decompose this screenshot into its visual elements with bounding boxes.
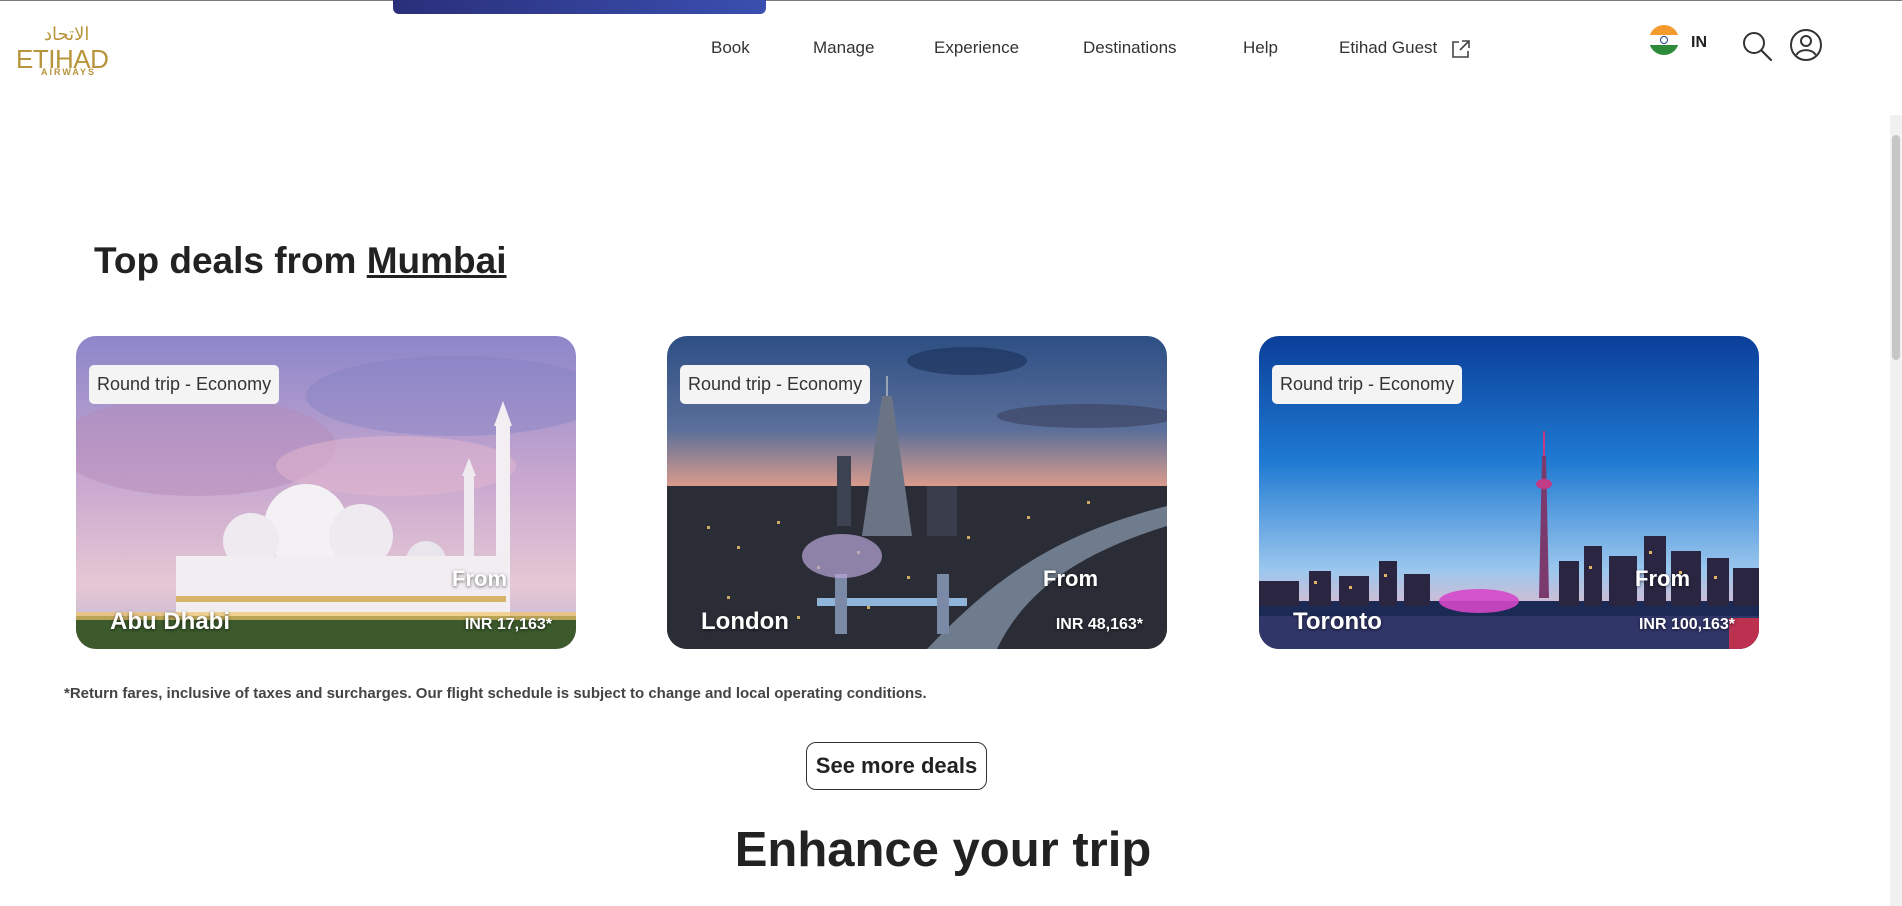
nav-item-manage[interactable]: Manage bbox=[813, 38, 874, 58]
nav-item-help[interactable]: Help bbox=[1243, 38, 1278, 58]
country-selector[interactable]: IN bbox=[1691, 34, 1707, 52]
deal-card-london[interactable]: Round trip - Economy From London INR 48,… bbox=[667, 336, 1167, 649]
see-more-deals-button[interactable]: See more deals bbox=[806, 742, 987, 790]
deal-destination: Toronto bbox=[1293, 608, 1382, 635]
enhance-heading: Enhance your trip bbox=[734, 823, 1152, 877]
deal-from-label: From bbox=[1043, 566, 1098, 591]
deal-price: INR 17,163* bbox=[464, 616, 552, 633]
top-booking-tab[interactable] bbox=[393, 0, 766, 14]
deals-heading-prefix: Top deals from bbox=[94, 240, 367, 281]
search-icon[interactable] bbox=[1740, 29, 1774, 63]
nav-item-destinations[interactable]: Destinations bbox=[1083, 38, 1177, 58]
fare-disclaimer: *Return fares, inclusive of taxes and su… bbox=[64, 685, 927, 702]
deal-destination: London bbox=[701, 608, 789, 635]
india-flag-icon[interactable] bbox=[1649, 25, 1679, 55]
deal-price: INR 100,163* bbox=[1638, 616, 1735, 633]
origin-city-link[interactable]: Mumbai bbox=[367, 240, 507, 281]
logo-arabic-text: الاتحاد bbox=[44, 24, 90, 45]
deal-destination: Abu Dhabi bbox=[110, 608, 230, 635]
etihad-logo[interactable]: الاتحاد ETIHAD AIRWAYS bbox=[16, 24, 126, 78]
scrollbar-thumb[interactable] bbox=[1892, 135, 1900, 360]
deals-heading: Top deals from Mumbai bbox=[94, 240, 507, 282]
external-link-icon[interactable] bbox=[1450, 38, 1472, 60]
nav-item-experience[interactable]: Experience bbox=[934, 38, 1019, 58]
nav-item-etihad-guest[interactable]: Etihad Guest bbox=[1339, 38, 1437, 58]
page-scrollbar[interactable] bbox=[1890, 115, 1902, 906]
nav-item-book[interactable]: Book bbox=[711, 38, 750, 58]
deal-from-label: From bbox=[452, 566, 507, 591]
user-icon[interactable] bbox=[1789, 28, 1823, 62]
deal-card-toronto[interactable]: Round trip - Economy From Toronto INR 10… bbox=[1259, 336, 1759, 649]
deal-from-label: From bbox=[1635, 566, 1690, 591]
browser-top-edge bbox=[0, 0, 1902, 1]
deal-tag: Round trip - Economy bbox=[1272, 365, 1463, 404]
deal-card-abu-dhabi[interactable]: Round trip - Economy From Abu Dhabi INR … bbox=[76, 336, 576, 649]
deal-price: INR 48,163* bbox=[1055, 616, 1143, 633]
deal-tag: Round trip - Economy bbox=[680, 365, 871, 404]
deal-tag: Round trip - Economy bbox=[89, 365, 280, 404]
logo-sub-text: AIRWAYS bbox=[41, 67, 97, 77]
